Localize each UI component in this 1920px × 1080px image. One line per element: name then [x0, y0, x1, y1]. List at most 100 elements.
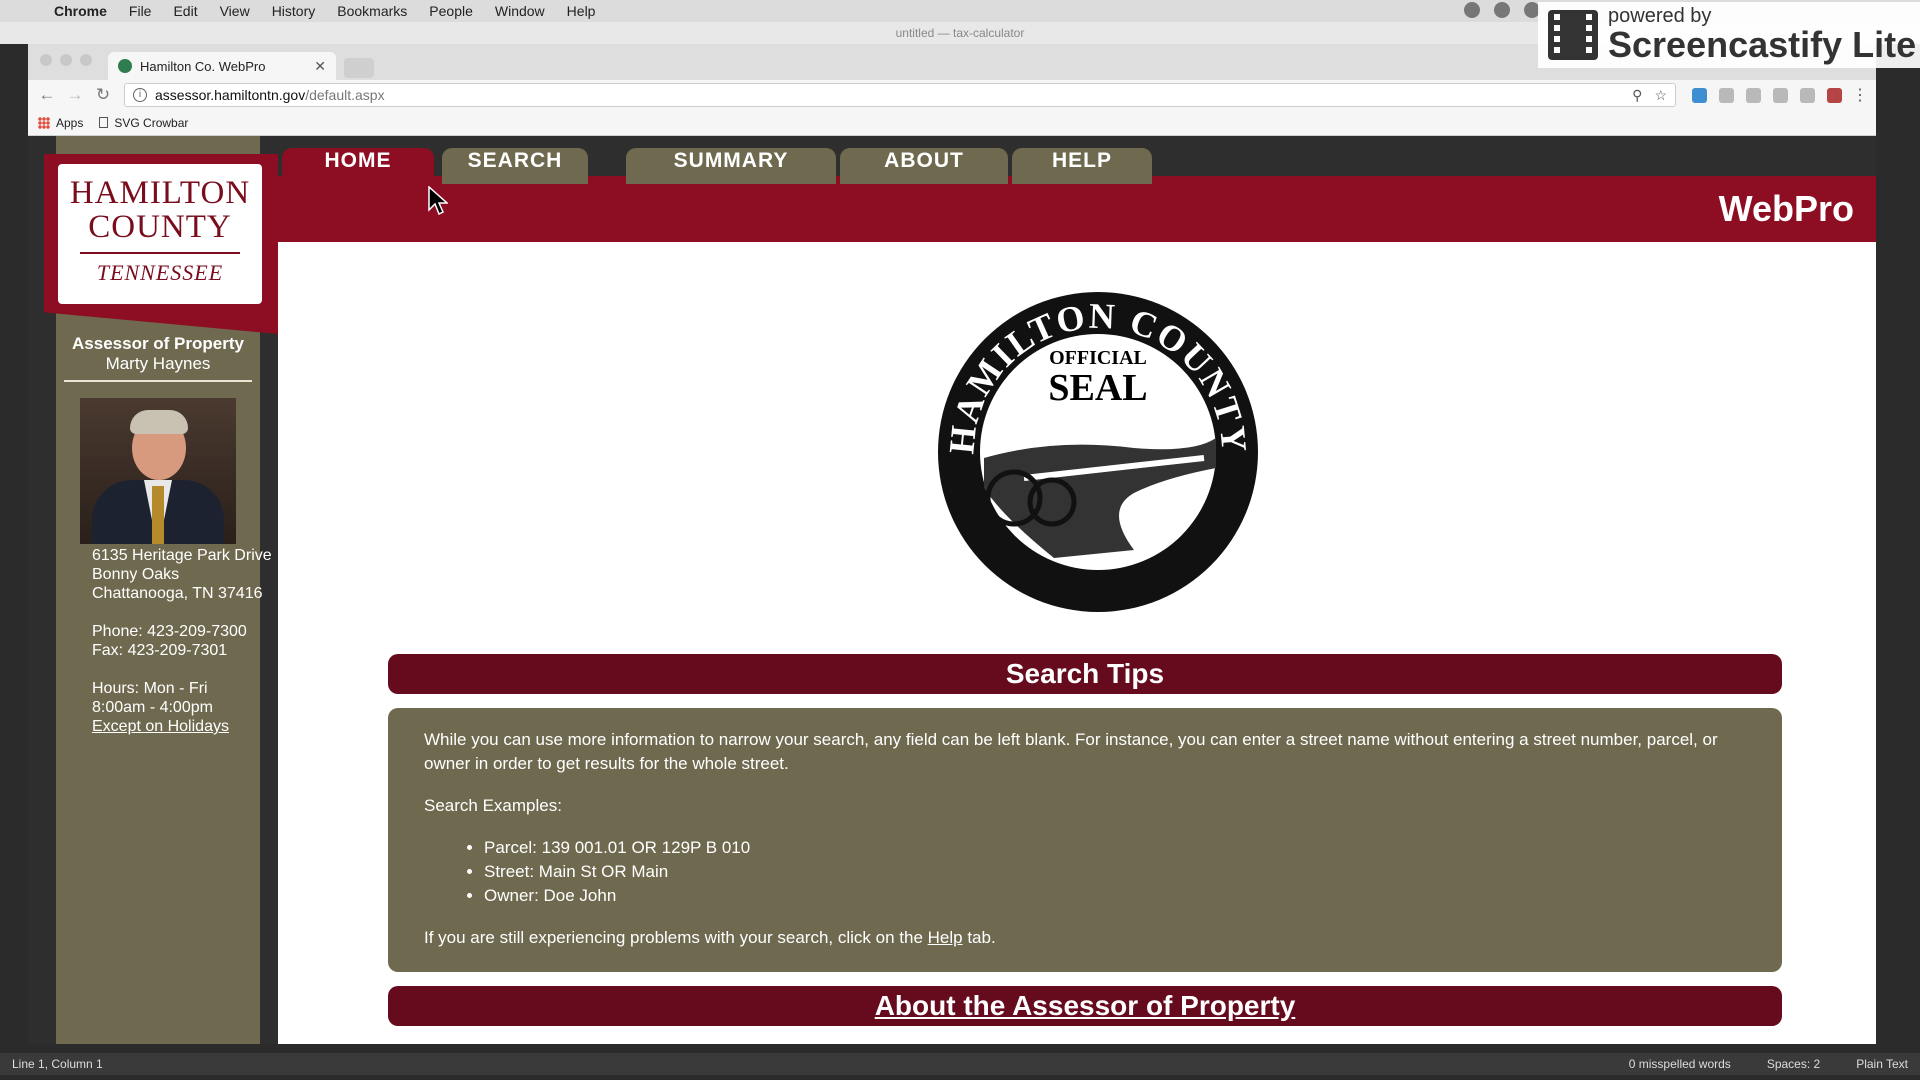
phone-number: Phone: 423-209-7300 [92, 623, 247, 640]
tab-summary[interactable]: SUMMARY [626, 148, 836, 184]
assessor-name: Marty Haynes [105, 354, 211, 373]
watermark-big: Screencastify Lite [1608, 24, 1917, 65]
extensions [1692, 87, 1842, 103]
close-window-icon[interactable] [40, 54, 52, 66]
seal-official-text: OFFICIAL [1049, 347, 1147, 369]
list-item: Parcel: 139 001.01 OR 129P B 010 [484, 836, 1746, 860]
search-tips-heading: Search Tips [388, 654, 1782, 694]
sidebar-heading: Assessor of Property Marty Haynes [56, 334, 260, 374]
help-link[interactable]: Help [928, 928, 963, 947]
list-item: Owner: Doe John [484, 884, 1746, 908]
spellcheck-status[interactable]: 0 misspelled words [1629, 1053, 1731, 1075]
screencastify-watermark: powered by Screencastify Lite [1538, 2, 1920, 68]
browser-tab[interactable]: Hamilton Co. WebPro ✕ [108, 52, 336, 80]
main-content: HAMILTON COUNTY TENNESSEE OFFICIAL SEAL … [278, 242, 1876, 1044]
portrait-tie [152, 486, 164, 544]
camera-extension-icon[interactable] [1800, 87, 1815, 103]
url-host: assessor.hamiltontn.gov [155, 87, 306, 103]
menu-people[interactable]: People [429, 3, 473, 19]
holidays-link[interactable]: Except on Holidays [92, 718, 229, 735]
minimize-window-icon[interactable] [60, 54, 72, 66]
fax-number: Fax: 423-209-7301 [92, 642, 228, 659]
watermark-small: powered by [1608, 5, 1712, 27]
menu-file[interactable]: File [129, 3, 152, 19]
logo-text: TENNESSEE [96, 260, 224, 285]
logo-text: HAMILTON [69, 175, 251, 211]
tips-intro: While you can use more information to na… [424, 730, 1718, 773]
reload-icon[interactable]: ↻ [92, 85, 114, 105]
search-tips-panel: While you can use more information to na… [388, 708, 1782, 972]
apple-menu-icon[interactable] [18, 3, 32, 19]
county-seal: HAMILTON COUNTY TENNESSEE OFFICIAL SEAL [938, 292, 1258, 612]
web-page: HAMILTON COUNTY TENNESSEE Assessor of Pr… [28, 136, 1876, 1044]
address-line: Chattanooga, TN 37416 [92, 585, 263, 602]
tips-examples-list: Parcel: 139 001.01 OR 129P B 010 Street:… [484, 836, 1746, 908]
chrome-menu-icon[interactable]: ⋮ [1852, 85, 1868, 105]
site-info-icon[interactable]: i [133, 88, 147, 102]
address-line: 6135 Heritage Park Drive [92, 547, 272, 564]
about-assessor-link[interactable]: About the Assessor of Property [388, 986, 1782, 1026]
menu-bookmarks[interactable]: Bookmarks [337, 3, 407, 19]
contact-info: 6135 Heritage Park Drive Bonny Oaks Chat… [92, 546, 272, 736]
extension-icon[interactable] [1827, 87, 1842, 103]
bookmark-apps[interactable]: Apps [38, 116, 83, 130]
county-logo[interactable]: HAMILTON COUNTY TENNESSEE [58, 164, 262, 304]
chrome-window: Hamilton Co. WebPro ✕ ← → ↻ i assessor.h… [28, 44, 1876, 1044]
bookmark-star-icon[interactable]: ☆ [1654, 87, 1667, 104]
tab-search[interactable]: SEARCH [442, 148, 588, 184]
logo-divider [80, 252, 240, 254]
extension-icon[interactable] [1773, 87, 1788, 103]
seal-word-text: SEAL [1048, 367, 1147, 409]
film-icon [1548, 10, 1598, 60]
tips-outro-text: tab. [962, 928, 996, 947]
editor-status-bar: Line 1, Column 1 0 misspelled words Spac… [0, 1053, 1920, 1075]
tips-outro: If you are still experiencing problems w… [424, 926, 1746, 950]
zoom-window-icon[interactable] [80, 54, 92, 66]
bookmarks-bar: Apps SVG Crowbar [28, 110, 1876, 136]
url-path: /default.aspx [305, 87, 385, 103]
menu-history[interactable]: History [272, 3, 316, 19]
address-bar[interactable]: i assessor.hamiltontn.gov /default.aspx … [124, 83, 1676, 107]
back-icon[interactable]: ← [36, 85, 58, 105]
tab-home[interactable]: HOME [282, 148, 434, 184]
bookmark-label: Apps [56, 115, 84, 130]
sidebar-divider [64, 380, 252, 382]
syntax-status[interactable]: Plain Text [1856, 1053, 1908, 1075]
logo-text: COUNTY [88, 209, 232, 245]
forward-icon[interactable]: → [64, 85, 86, 105]
menu-app-chrome[interactable]: Chrome [54, 3, 107, 19]
tab-about[interactable]: ABOUT [840, 148, 1008, 184]
cursor-position: Line 1, Column 1 [12, 1057, 103, 1071]
bookmark-svg-crowbar[interactable]: SVG Crowbar [99, 116, 188, 130]
apps-grid-icon [38, 116, 50, 129]
list-item: Street: Main St OR Main [484, 860, 1746, 884]
address-line: Bonny Oaks [92, 566, 180, 583]
hours-days: Hours: Mon - Fri [92, 680, 208, 697]
menu-window[interactable]: Window [495, 3, 545, 19]
assessor-title: Assessor of Property [72, 334, 244, 353]
tab-title: Hamilton Co. WebPro [140, 58, 266, 74]
new-tab-button[interactable] [344, 58, 374, 78]
favicon-icon [118, 59, 132, 73]
tray-icon[interactable] [1464, 2, 1480, 18]
tray-icon[interactable] [1494, 2, 1510, 18]
tab-help[interactable]: HELP [1012, 148, 1152, 184]
assessor-portrait [80, 398, 236, 544]
extension-icon[interactable] [1746, 87, 1761, 103]
tips-examples-label: Search Examples: [424, 796, 562, 815]
status-tray [1464, 2, 1540, 18]
window-controls [40, 54, 92, 66]
zoom-icon[interactable]: ⚲ [1632, 87, 1642, 104]
menu-view[interactable]: View [220, 3, 250, 19]
brand-title: WebPro [1718, 188, 1854, 229]
menu-edit[interactable]: Edit [173, 3, 197, 19]
extension-icon[interactable] [1692, 87, 1707, 103]
tips-outro-text: If you are still experiencing problems w… [424, 928, 928, 947]
page-icon [99, 117, 109, 128]
tab-close-icon[interactable]: ✕ [314, 58, 326, 75]
indent-status[interactable]: Spaces: 2 [1767, 1053, 1820, 1075]
mouse-cursor-icon [428, 186, 448, 216]
menu-help[interactable]: Help [567, 3, 596, 19]
browser-toolbar: ← → ↻ i assessor.hamiltontn.gov /default… [28, 80, 1876, 110]
extension-icon[interactable] [1719, 87, 1734, 103]
